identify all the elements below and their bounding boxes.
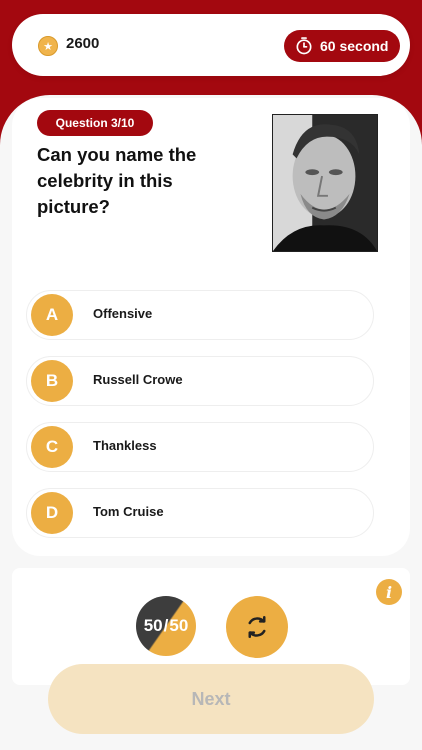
option-label: Tom Cruise [93, 504, 164, 519]
celebrity-photo [272, 114, 378, 252]
fifty-fifty-button[interactable]: 50/50 [136, 596, 196, 656]
refresh-icon [248, 615, 266, 638]
question-counter: Question 3/10 [37, 110, 153, 136]
option-letter: D [31, 492, 73, 534]
fifty-right-label: 50 [169, 616, 189, 635]
stopwatch-icon [296, 37, 312, 55]
coin-balance: 2600 [66, 35, 100, 52]
swap-question-button[interactable] [226, 596, 288, 658]
next-button[interactable]: Next [48, 664, 374, 734]
option-label: Thankless [93, 438, 157, 453]
option-label: Russell Crowe [93, 372, 183, 387]
option-letter: A [31, 294, 73, 336]
option-letter: C [31, 426, 73, 468]
timer-badge: 60 second [284, 30, 400, 62]
coin-icon: ★ [38, 36, 58, 56]
timer-label: 60 second [320, 38, 389, 54]
option-label: Offensive [93, 306, 153, 321]
answer-option-c[interactable]: C Thankless [26, 422, 374, 472]
answer-option-a[interactable]: A Offensive [26, 290, 374, 340]
answer-option-b[interactable]: B Russell Crowe [26, 356, 374, 406]
slash-icon: / [163, 616, 169, 635]
question-text: Can you name the celebrity in this pictu… [37, 144, 197, 217]
info-icon[interactable]: i [376, 579, 402, 605]
answer-option-d[interactable]: D Tom Cruise [26, 488, 374, 538]
fifty-left-label: 50 [143, 616, 163, 635]
option-letter: B [31, 360, 73, 402]
status-bar: ★ 2600 60 second [12, 14, 410, 76]
